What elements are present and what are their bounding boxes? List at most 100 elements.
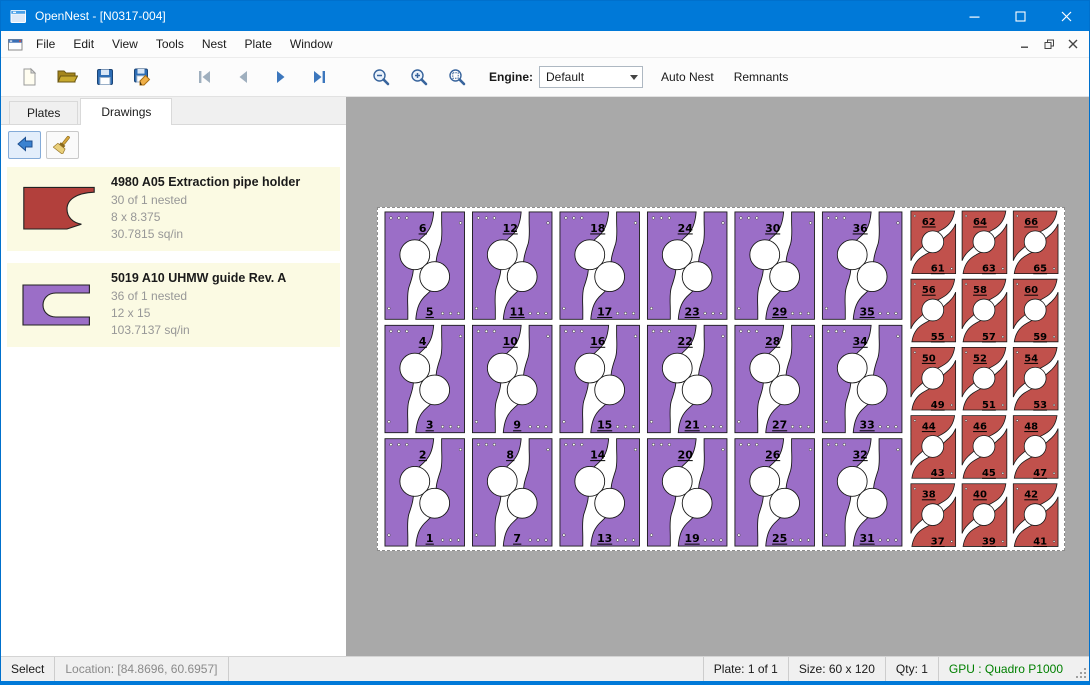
minimize-button[interactable] — [951, 1, 997, 31]
uhmw-guide-shape — [23, 285, 89, 325]
menu-edit[interactable]: Edit — [64, 32, 103, 56]
import-drawing-button[interactable] — [8, 131, 41, 159]
maximize-button[interactable] — [997, 1, 1043, 31]
go-previous-button[interactable] — [227, 61, 259, 93]
engine-value: Default — [540, 70, 626, 84]
remnants-button[interactable]: Remnants — [732, 66, 791, 88]
menu-view[interactable]: View — [103, 32, 147, 56]
new-file-button[interactable] — [13, 61, 45, 93]
nest-cell-purple[interactable]: 3231 — [822, 439, 902, 546]
go-first-button[interactable] — [189, 61, 221, 93]
go-last-button[interactable] — [303, 61, 335, 93]
nest-cell-purple[interactable]: 1817 — [560, 212, 640, 319]
svg-text:28: 28 — [765, 335, 780, 348]
nest-cell-purple[interactable]: 1413 — [560, 439, 640, 546]
svg-text:43: 43 — [931, 468, 945, 479]
nest-cell-red[interactable]: 6059 — [1013, 279, 1058, 343]
drawing-thumbnail-pipe-holder — [13, 181, 105, 237]
svg-text:51: 51 — [982, 400, 996, 411]
go-next-button[interactable] — [265, 61, 297, 93]
svg-text:40: 40 — [973, 490, 987, 501]
nest-cell-red[interactable]: 5655 — [911, 279, 956, 343]
close-button[interactable] — [1043, 1, 1089, 31]
nest-cell-purple[interactable]: 1211 — [472, 212, 552, 319]
tab-drawings[interactable]: Drawings — [80, 98, 172, 125]
svg-text:30: 30 — [765, 222, 781, 235]
menu-file[interactable]: File — [27, 32, 64, 56]
mdi-minimize-button[interactable] — [1013, 34, 1037, 54]
nest-cell-purple[interactable]: 3635 — [822, 212, 902, 319]
nest-cell-purple[interactable]: 2019 — [647, 439, 727, 546]
nest-cell-purple[interactable]: 43 — [385, 325, 465, 432]
svg-text:29: 29 — [772, 305, 787, 318]
svg-text:24: 24 — [678, 222, 694, 235]
menu-window[interactable]: Window — [281, 32, 342, 56]
auto-nest-button[interactable]: Auto Nest — [659, 66, 716, 88]
mdi-restore-button[interactable] — [1037, 34, 1061, 54]
nest-cell-purple[interactable]: 2221 — [647, 325, 727, 432]
nest-cell-purple[interactable]: 21 — [385, 439, 465, 546]
svg-text:49: 49 — [931, 400, 945, 411]
save-button[interactable] — [89, 61, 121, 93]
drawing-item-pipe-holder[interactable]: 4980 A05 Extraction pipe holder 30 of 1 … — [7, 167, 340, 251]
save-as-button[interactable] — [127, 61, 159, 93]
nest-cell-red[interactable]: 6261 — [911, 211, 956, 275]
app-window: OpenNest - [N0317-004] File Edit View To… — [0, 0, 1090, 685]
nest-cell-red[interactable]: 4241 — [1013, 484, 1058, 548]
mdi-close-button[interactable] — [1061, 34, 1085, 54]
clean-drawings-button[interactable] — [46, 131, 79, 159]
tab-plates[interactable]: Plates — [9, 101, 78, 124]
nest-plate[interactable]: 6512111817242330293635431091615222128273… — [377, 207, 1065, 551]
nest-cell-purple[interactable]: 1615 — [560, 325, 640, 432]
drawing-item-uhmw-guide[interactable]: 5019 A10 UHMW guide Rev. A 36 of 1 neste… — [7, 263, 340, 347]
side-panel: Plates Drawings — [1, 97, 346, 656]
svg-text:25: 25 — [772, 532, 787, 545]
nest-cell-red[interactable]: 6463 — [962, 211, 1007, 275]
nest-plate-svg[interactable]: 6512111817242330293635431091615222128273… — [378, 208, 1064, 550]
svg-text:32: 32 — [853, 449, 868, 462]
zoom-out-button[interactable] — [365, 61, 397, 93]
status-qty: Qty: 1 — [885, 657, 938, 681]
nest-cell-red[interactable]: 48 47 — [1013, 416, 1058, 480]
menu-nest[interactable]: Nest — [193, 32, 236, 56]
svg-text:57: 57 — [982, 332, 996, 343]
drawing-size: 12 x 15 — [111, 305, 334, 322]
drawing-area: 30.7815 sq/in — [111, 226, 334, 243]
open-file-button[interactable] — [51, 61, 83, 93]
nest-cell-red[interactable]: 4645 — [962, 416, 1007, 480]
nest-cell-purple[interactable]: 2827 — [735, 325, 815, 432]
titlebar[interactable]: OpenNest - [N0317-004] — [1, 1, 1089, 31]
drawing-title: 5019 A10 UHMW guide Rev. A — [111, 271, 334, 285]
menu-plate[interactable]: Plate — [236, 32, 281, 56]
nest-cell-red[interactable]: 3837 — [911, 484, 956, 548]
nest-cell-red[interactable]: 5453 — [1013, 347, 1058, 411]
nest-cell-red[interactable]: 50 49 — [911, 347, 956, 411]
svg-text:41: 41 — [1033, 536, 1047, 547]
nest-cell-purple[interactable]: 3433 — [822, 325, 902, 432]
svg-text:2: 2 — [419, 449, 427, 462]
engine-dropdown[interactable]: Default — [539, 66, 643, 88]
svg-text:62: 62 — [922, 217, 936, 228]
nest-canvas[interactable]: 6512111817242330293635431091615222128273… — [346, 97, 1089, 656]
nest-cell-purple[interactable]: 2625 — [735, 439, 815, 546]
nest-cell-red[interactable]: 5251 — [962, 347, 1007, 411]
svg-text:36: 36 — [853, 222, 869, 235]
svg-text:50: 50 — [922, 353, 936, 364]
nest-cell-purple[interactable]: 65 — [385, 212, 465, 319]
window-title: OpenNest - [N0317-004] — [35, 9, 166, 23]
nest-cell-red[interactable]: 5857 — [962, 279, 1007, 343]
menubar: File Edit View Tools Nest Plate Window — [1, 31, 1089, 58]
zoom-in-button[interactable] — [403, 61, 435, 93]
nest-cell-red[interactable]: 4039 — [962, 484, 1007, 548]
menu-tools[interactable]: Tools — [147, 32, 193, 56]
nest-cell-purple[interactable]: 30 29 — [735, 212, 815, 319]
svg-text:48: 48 — [1024, 422, 1038, 433]
nest-cell-purple[interactable]: 87 — [472, 439, 552, 546]
nest-cell-red[interactable]: 4443 — [911, 416, 956, 480]
svg-text:47: 47 — [1033, 468, 1047, 479]
nest-cell-purple[interactable]: 109 — [472, 325, 552, 432]
zoom-fit-button[interactable] — [441, 61, 473, 93]
nest-cell-red[interactable]: 6665 — [1013, 211, 1058, 275]
nest-cell-purple[interactable]: 2423 — [647, 212, 727, 319]
resize-grip[interactable] — [1073, 657, 1089, 681]
